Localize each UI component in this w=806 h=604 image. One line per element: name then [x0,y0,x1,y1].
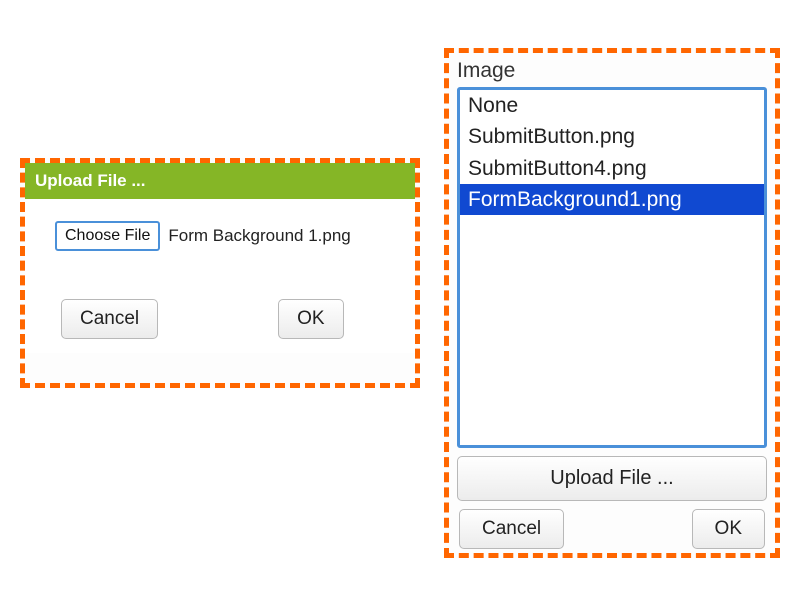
image-dialog-label: Image [449,53,775,85]
upload-dialog-footer: Cancel OK [55,299,385,339]
upload-dialog-title: Upload File ... [25,163,415,199]
upload-file-dialog: Upload File ... Choose File Form Backgro… [20,158,420,388]
list-item[interactable]: SubmitButton.png [460,121,764,152]
list-item[interactable]: None [460,90,764,121]
image-dialog-footer: Cancel OK [457,509,767,549]
upload-dialog-body: Choose File Form Background 1.png Cancel… [25,199,415,353]
image-listbox[interactable]: NoneSubmitButton.pngSubmitButton4.pngFor… [457,87,767,448]
image-select-dialog: Image NoneSubmitButton.pngSubmitButton4.… [444,48,780,558]
choose-file-button[interactable]: Choose File [55,221,160,251]
upload-file-button[interactable]: Upload File ... [457,456,767,501]
cancel-button[interactable]: Cancel [459,509,564,549]
list-item[interactable]: SubmitButton4.png [460,153,764,184]
cancel-button[interactable]: Cancel [61,299,158,339]
image-dialog-buttons: Upload File ... Cancel OK [449,456,775,549]
ok-button[interactable]: OK [692,509,765,549]
file-picker-row: Choose File Form Background 1.png [55,221,385,251]
list-item[interactable]: FormBackground1.png [460,184,764,215]
selected-file-name: Form Background 1.png [168,226,350,246]
ok-button[interactable]: OK [278,299,343,339]
